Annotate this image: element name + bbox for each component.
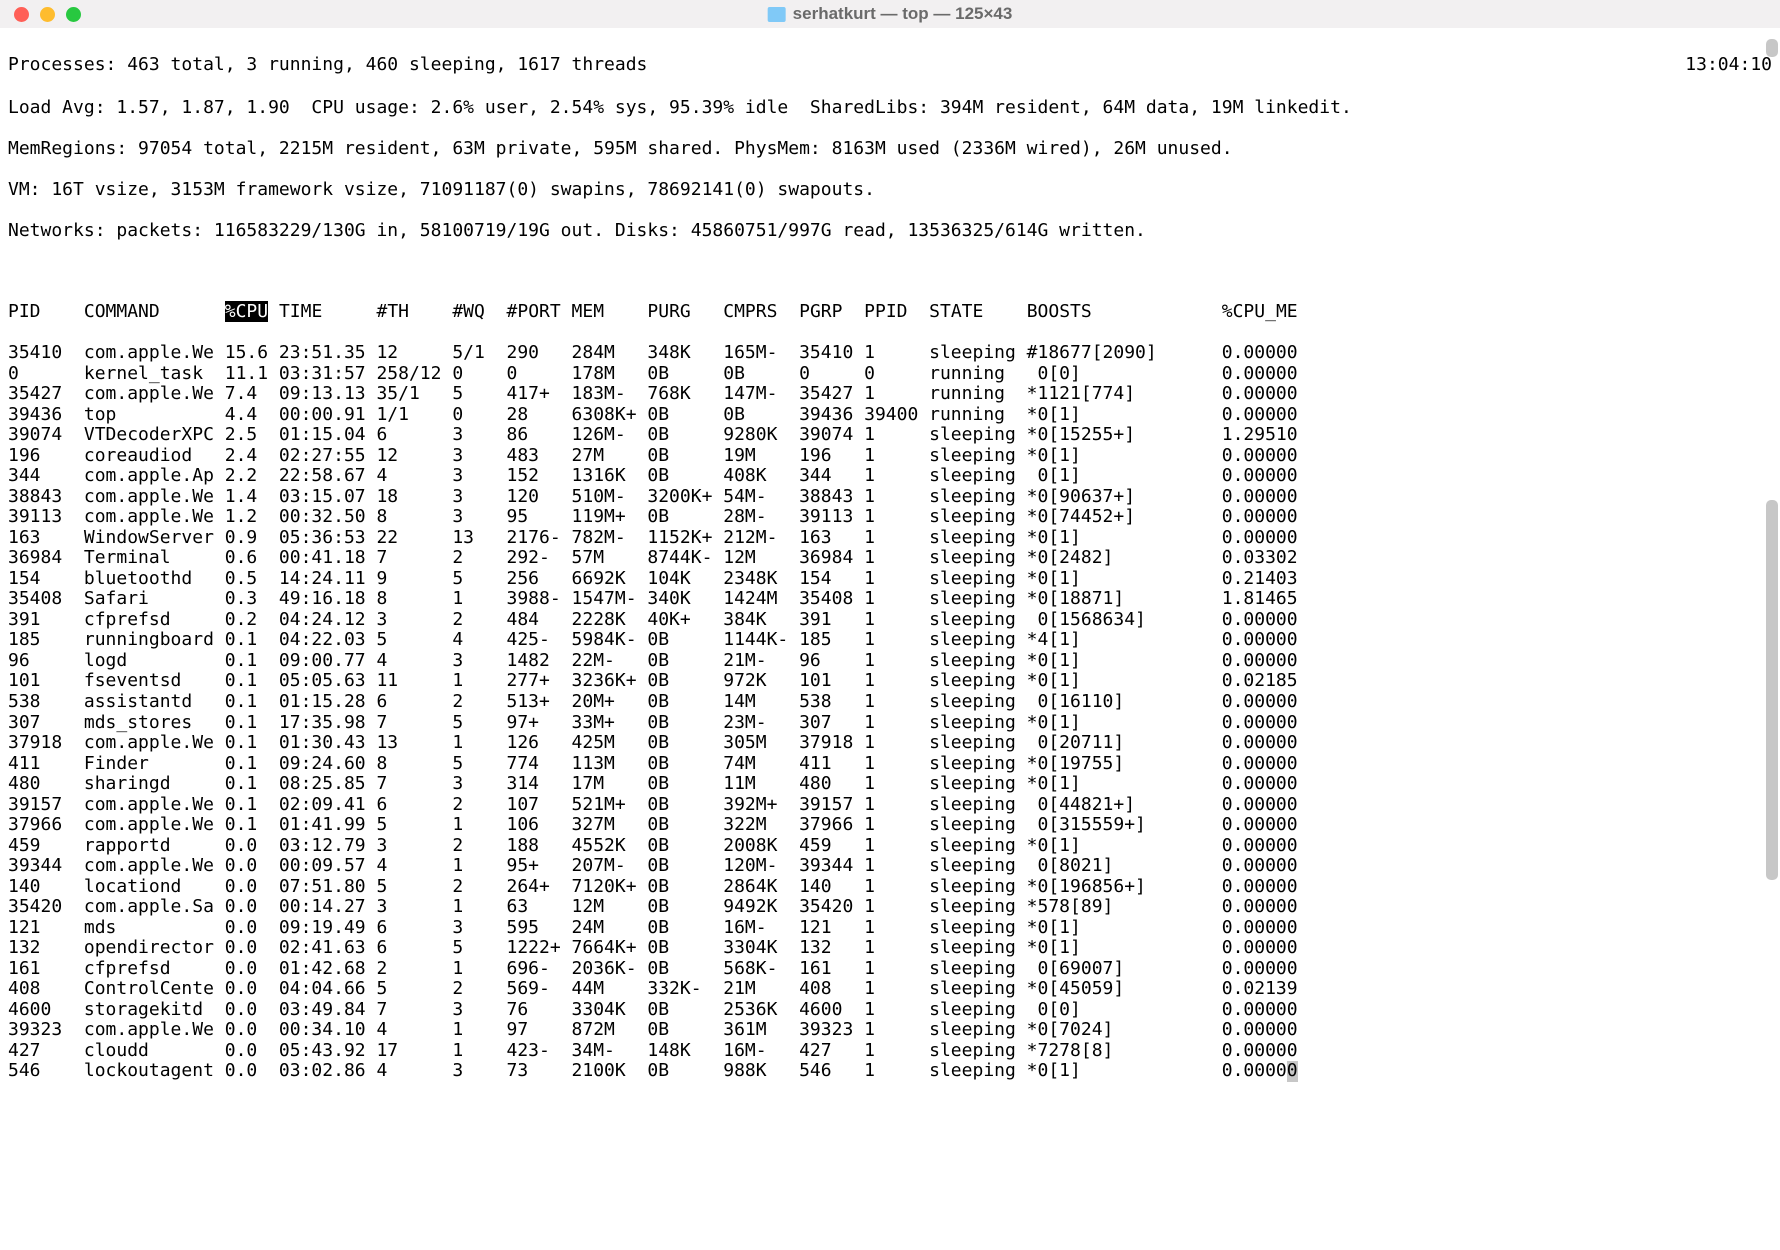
- table-row: 35410 com.apple.We 15.6 23:51.35 12 5/1 …: [8, 343, 1772, 364]
- table-row: 459 rapportd 0.0 03:12.79 3 2 188 4552K …: [8, 836, 1772, 857]
- table-row: 37918 com.apple.We 0.1 01:30.43 13 1 126…: [8, 733, 1772, 754]
- table-row: 538 assistantd 0.1 01:15.28 6 2 513+ 20M…: [8, 692, 1772, 713]
- scroll-thumb[interactable]: [1766, 500, 1778, 880]
- table-row: 35408 Safari 0.3 49:16.18 8 1 3988- 1547…: [8, 589, 1772, 610]
- table-row: 480 sharingd 0.1 08:25.85 7 3 314 17M 0B…: [8, 774, 1772, 795]
- clock: 13:04:10: [1685, 55, 1772, 76]
- table-row: 39323 com.apple.We 0.0 00:34.10 4 1 97 8…: [8, 1020, 1772, 1041]
- close-icon[interactable]: [14, 7, 29, 22]
- zoom-icon[interactable]: [66, 7, 81, 22]
- table-row: 161 cfprefsd 0.0 01:42.68 2 1 696- 2036K…: [8, 959, 1772, 980]
- traffic-lights: [0, 7, 81, 22]
- table-row: 408 ControlCente 0.0 04:04.66 5 2 569- 4…: [8, 979, 1772, 1000]
- header-row: PID COMMAND %CPU TIME #TH #WQ #PORT MEM …: [8, 302, 1772, 323]
- table-row: 427 cloudd 0.0 05:43.92 17 1 423- 34M- 1…: [8, 1041, 1772, 1062]
- cursor-icon: 0: [1287, 1061, 1298, 1082]
- table-row: 38843 com.apple.We 1.4 03:15.07 18 3 120…: [8, 487, 1772, 508]
- table-row: 39344 com.apple.We 0.0 00:09.57 4 1 95+ …: [8, 856, 1772, 877]
- summary-l2: Load Avg: 1.57, 1.87, 1.90 CPU usage: 2.…: [8, 98, 1772, 119]
- title-text: serhatkurt — top — 125×43: [793, 4, 1013, 23]
- scroll-indicator-top[interactable]: [1766, 39, 1778, 57]
- process-rows: 35410 com.apple.We 15.6 23:51.35 12 5/1 …: [8, 343, 1772, 1082]
- table-row: 140 locationd 0.0 07:51.80 5 2 264+ 7120…: [8, 877, 1772, 898]
- table-row: 39113 com.apple.We 1.2 00:32.50 8 3 95 1…: [8, 507, 1772, 528]
- table-row: 185 runningboard 0.1 04:22.03 5 4 425- 5…: [8, 630, 1772, 651]
- table-row: 101 fseventsd 0.1 05:05.63 11 1 277+ 323…: [8, 671, 1772, 692]
- table-row: 132 opendirector 0.0 02:41.63 6 5 1222+ …: [8, 938, 1772, 959]
- title-bar[interactable]: serhatkurt — top — 125×43: [0, 0, 1780, 28]
- table-row: 35427 com.apple.We 7.4 09:13.13 35/1 5 4…: [8, 384, 1772, 405]
- summary-l5: Networks: packets: 116583229/130G in, 58…: [8, 221, 1772, 242]
- table-row: 307 mds_stores 0.1 17:35.98 7 5 97+ 33M+…: [8, 713, 1772, 734]
- table-row: 36984 Terminal 0.6 00:41.18 7 2 292- 57M…: [8, 548, 1772, 569]
- table-row: 546 lockoutagent 0.0 03:02.86 4 3 73 210…: [8, 1061, 1772, 1082]
- folder-icon: [768, 7, 786, 22]
- table-row: 391 cfprefsd 0.2 04:24.12 3 2 484 2228K …: [8, 610, 1772, 631]
- summary-block: Processes: 463 total, 3 running, 460 sle…: [8, 55, 1772, 76]
- summary-l4: VM: 16T vsize, 3153M framework vsize, 71…: [8, 180, 1772, 201]
- table-row: 196 coreaudiod 2.4 02:27:55 12 3 483 27M…: [8, 446, 1772, 467]
- table-row: 37966 com.apple.We 0.1 01:41.99 5 1 106 …: [8, 815, 1772, 836]
- table-row: 39436 top 4.4 00:00.91 1/1 0 28 6308K+ 0…: [8, 405, 1772, 426]
- table-row: 35420 com.apple.Sa 0.0 00:14.27 3 1 63 1…: [8, 897, 1772, 918]
- table-row: 39074 VTDecoderXPC 2.5 01:15.04 6 3 86 1…: [8, 425, 1772, 446]
- table-row: 121 mds 0.0 09:19.49 6 3 595 24M 0B 16M-…: [8, 918, 1772, 939]
- table-row: 39157 com.apple.We 0.1 02:09.41 6 2 107 …: [8, 795, 1772, 816]
- minimize-icon[interactable]: [40, 7, 55, 22]
- table-row: 4600 storagekitd 0.0 03:49.84 7 3 76 330…: [8, 1000, 1772, 1021]
- table-row: 163 WindowServer 0.9 05:36:53 22 13 2176…: [8, 528, 1772, 549]
- sort-column: %CPU: [225, 301, 268, 322]
- table-row: 0 kernel_task 11.1 03:31:57 258/12 0 0 1…: [8, 364, 1772, 385]
- terminal-body[interactable]: Processes: 463 total, 3 running, 460 sle…: [0, 28, 1780, 1108]
- summary-l3: MemRegions: 97054 total, 2215M resident,…: [8, 139, 1772, 160]
- table-row: 411 Finder 0.1 09:24.60 8 5 774 113M 0B …: [8, 754, 1772, 775]
- summary-l1: Processes: 463 total, 3 running, 460 sle…: [8, 54, 647, 75]
- table-row: 96 logd 0.1 09:00.77 4 3 1482 22M- 0B 21…: [8, 651, 1772, 672]
- window-title: serhatkurt — top — 125×43: [768, 4, 1013, 23]
- table-row: 344 com.apple.Ap 2.2 22:58.67 4 3 152 13…: [8, 466, 1772, 487]
- table-row: 154 bluetoothd 0.5 14:24.11 9 5 256 6692…: [8, 569, 1772, 590]
